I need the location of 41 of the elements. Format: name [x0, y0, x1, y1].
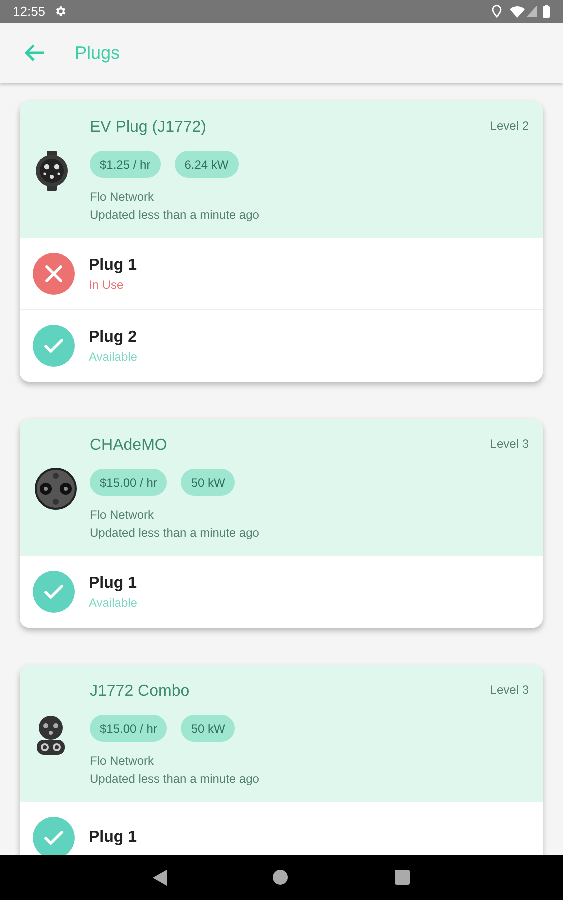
price-badge: $1.25 / hr — [90, 151, 161, 178]
level-label: Level 3 — [490, 436, 529, 453]
updated-text: Updated less than a minute ago — [90, 771, 260, 788]
station-name: CHAdeMO — [90, 436, 168, 456]
location-icon — [492, 5, 502, 18]
plug-status: Available — [89, 349, 138, 365]
plug-row[interactable]: Plug 1 Available — [20, 556, 543, 628]
plug-name: Plug 1 — [89, 828, 138, 848]
network-name: Flo Network — [90, 507, 156, 524]
station-name: J1772 Combo — [90, 682, 191, 702]
clock: 12:55 — [13, 2, 46, 21]
plug-name: Plug 1 — [89, 574, 138, 594]
level-label: Level 3 — [490, 682, 529, 699]
settings-icon — [54, 5, 67, 18]
page-title: Plugs — [75, 42, 120, 65]
plug-row[interactable]: Plug 1 In Use — [20, 238, 543, 310]
connector-icon — [34, 150, 70, 192]
plug-status: Available — [89, 595, 138, 611]
plug-status: In Use — [89, 276, 125, 292]
signal-icon — [527, 6, 537, 17]
back-icon[interactable] — [153, 870, 168, 886]
recents-icon[interactable] — [394, 870, 410, 885]
price-badge: $15.00 / hr — [90, 715, 168, 742]
level-label: Level 2 — [490, 118, 529, 135]
network-name: Flo Network — [90, 753, 156, 770]
power-badge: 50 kW — [181, 469, 236, 496]
price-badge: $15.00 / hr — [90, 469, 168, 496]
plug-row[interactable]: Plug 1 — [20, 802, 543, 855]
plug-name: Plug 2 — [89, 328, 138, 348]
wifi-icon — [510, 6, 525, 18]
plug-name: Plug 1 — [89, 256, 138, 276]
power-badge: 6.24 kW — [174, 151, 239, 178]
network-name: Flo Network — [90, 189, 156, 206]
station-name: EV Plug (J1772) — [90, 118, 208, 138]
plug-row[interactable]: Plug 2 Available — [20, 310, 543, 382]
updated-text: Updated less than a minute ago — [90, 207, 260, 224]
connector-icon — [34, 466, 78, 510]
home-icon[interactable] — [273, 870, 288, 885]
battery-icon — [543, 5, 550, 18]
power-badge: 50 kW — [181, 715, 236, 742]
updated-text: Updated less than a minute ago — [90, 525, 260, 542]
